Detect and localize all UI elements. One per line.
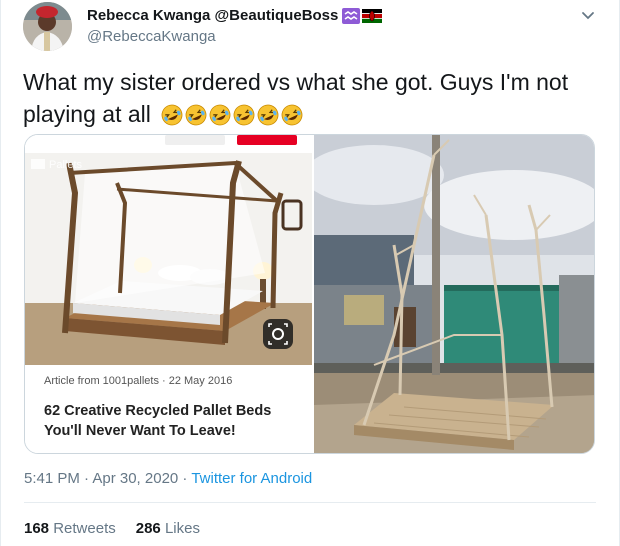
retweets-label: Retweets: [53, 520, 116, 537]
rolling-laughing-emoji-icon: [281, 104, 303, 126]
rolling-laughing-emoji-icon: [257, 104, 279, 126]
article-title: 62 Creative Recycled Pallet Beds You'll …: [44, 403, 272, 439]
chevron-down-icon[interactable]: [579, 6, 597, 24]
aquarius-icon: [342, 7, 361, 24]
divider: [24, 502, 596, 503]
retweets-count: 168: [24, 520, 50, 537]
author-handle[interactable]: @RebeccaKwanga: [87, 28, 216, 45]
tweet-stats: 168 Retweets 286 Likes: [24, 520, 200, 537]
tweet-text: What my sister ordered vs what she got. …: [23, 66, 593, 130]
tweet-source-link[interactable]: Twitter for Android: [191, 470, 312, 487]
author-name-row: Rebecca Kwanga @BeautiqueBoss: [87, 7, 383, 24]
tweet-media-grid: Pallets Article from 1001pallets · 22 Ma…: [24, 134, 595, 454]
pallet-bed-photo: Pallets: [25, 153, 312, 365]
article-source: Article from 1001pallets · 22 May 2016: [44, 375, 233, 387]
avatar[interactable]: [23, 2, 72, 51]
rolling-laughing-emoji-icon: [161, 104, 183, 126]
cropped-top-bar: [25, 135, 312, 153]
rolling-laughing-emoji-icon: [185, 104, 207, 126]
likes-count: 286: [135, 520, 161, 537]
retweets-stat[interactable]: 168 Retweets: [24, 520, 116, 537]
rolling-laughing-emoji-icon: [233, 104, 255, 126]
rolling-laughing-emoji-icon: [209, 104, 231, 126]
tweet-card: Rebecca Kwanga @BeautiqueBoss @RebeccaKw…: [0, 0, 620, 546]
media-image-received[interactable]: [314, 135, 595, 454]
likes-stat[interactable]: 286 Likes: [136, 520, 200, 537]
tweet-timestamp-row: 5:41 PM · Apr 30, 2020 · Twitter for And…: [24, 470, 312, 487]
kenya-flag-icon: [362, 8, 383, 23]
display-name[interactable]: Rebecca Kwanga @BeautiqueBoss: [87, 7, 338, 24]
media-image-ordered[interactable]: Pallets Article from 1001pallets · 22 Ma…: [25, 135, 312, 453]
likes-label: Likes: [164, 520, 200, 537]
laughing-emoji-row: [161, 104, 303, 126]
pallets-watermark: Pallets: [49, 159, 83, 171]
tweet-timestamp[interactable]: 5:41 PM · Apr 30, 2020 ·: [24, 470, 191, 487]
